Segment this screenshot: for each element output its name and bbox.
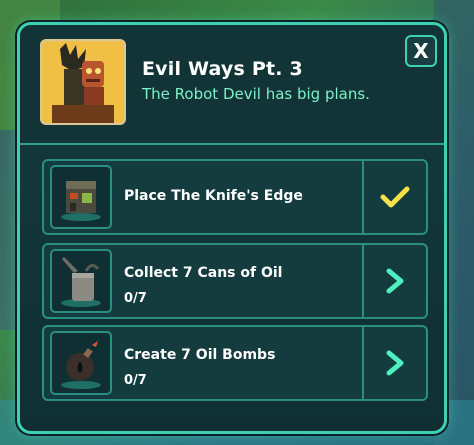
chevron-right-icon <box>386 268 404 294</box>
task-label: Create 7 Oil Bombs <box>124 347 276 363</box>
oil-bomb-icon <box>50 331 112 395</box>
quest-task-row[interactable]: Create 7 Oil Bombs 0/7 <box>42 325 428 401</box>
checkmark-icon <box>380 186 410 208</box>
quest-dialog: Evil Ways Pt. 3 The Robot Devil has big … <box>17 22 447 434</box>
task-label: Place The Knife's Edge <box>124 188 303 204</box>
quest-subtitle: The Robot Devil has big plans. <box>142 85 370 103</box>
task-complete-checkmark <box>362 161 426 233</box>
task-progress: 0/7 <box>124 291 147 306</box>
task-go-button[interactable] <box>362 327 426 399</box>
chevron-right-icon <box>386 350 404 376</box>
task-go-button[interactable] <box>362 245 426 317</box>
oil-can-icon <box>50 249 112 313</box>
robot-devil-portrait-icon <box>40 39 126 125</box>
task-progress: 0/7 <box>124 373 147 388</box>
task-label: Collect 7 Cans of Oil <box>124 265 283 281</box>
quest-header: Evil Ways Pt. 3 The Robot Devil has big … <box>20 25 444 145</box>
quest-task-row: Place The Knife's Edge <box>42 159 428 235</box>
knifes-edge-building-icon <box>50 165 112 229</box>
quest-title: Evil Ways Pt. 3 <box>142 58 303 80</box>
quest-task-row[interactable]: Collect 7 Cans of Oil 0/7 <box>42 243 428 319</box>
close-button[interactable]: X <box>405 35 437 67</box>
